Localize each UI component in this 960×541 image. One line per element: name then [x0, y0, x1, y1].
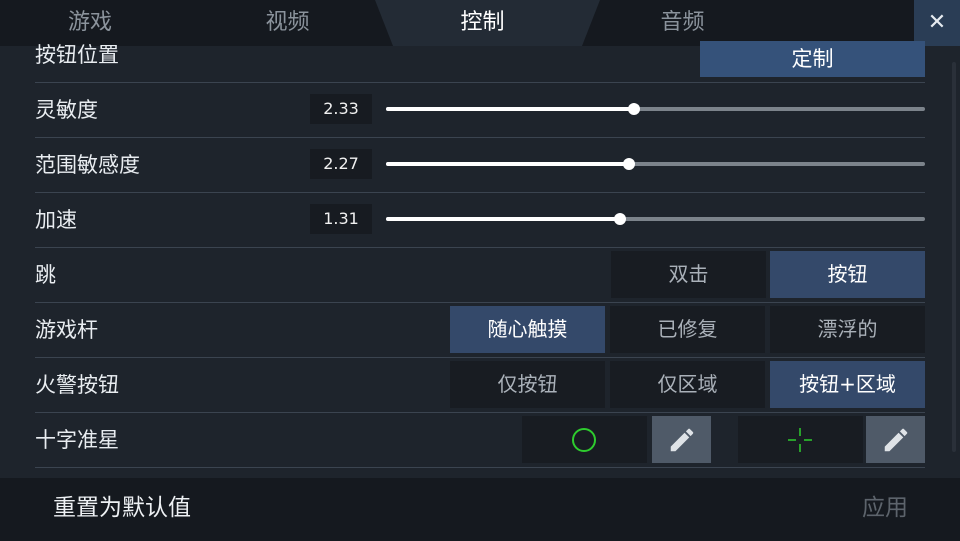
settings-list: 按钮位置 定制 灵敏度 2.33 范围敏感度 2.27 加速 1.31 跳 双击…: [0, 28, 960, 478]
acceleration-slider[interactable]: [386, 213, 925, 225]
edit-circle-crosshair-button[interactable]: [652, 416, 711, 463]
fire-option-button-and-area[interactable]: 按钮+区域: [770, 361, 925, 408]
bottom-bar: 重置为默认值 应用: [0, 478, 960, 541]
joystick-label: 游戏杆: [35, 318, 98, 342]
circle-crosshair-icon: [572, 428, 596, 452]
row-fire-button: 火警按钮 仅按钮 仅区域 按钮+区域: [35, 358, 925, 413]
slider-thumb[interactable]: [614, 213, 627, 225]
row-acceleration: 加速 1.31: [35, 193, 925, 248]
range-sensitivity-label: 范围敏感度: [35, 153, 140, 177]
joystick-option-fixed[interactable]: 已修复: [610, 306, 765, 353]
row-range-sensitivity: 范围敏感度 2.27: [35, 138, 925, 193]
row-sensitivity: 灵敏度 2.33: [35, 83, 925, 138]
fire-option-area-only[interactable]: 仅区域: [610, 361, 765, 408]
apply-button[interactable]: 应用: [862, 478, 908, 541]
customize-button[interactable]: 定制: [700, 41, 925, 77]
slider-fill: [386, 162, 629, 166]
slider-thumb[interactable]: [627, 103, 640, 115]
row-jump: 跳 双击 按钮: [35, 248, 925, 303]
button-position-label: 按钮位置: [35, 43, 119, 67]
slider-fill: [386, 217, 621, 221]
pencil-icon: [884, 428, 908, 452]
crosshair-option-cross[interactable]: [738, 416, 863, 463]
row-joystick: 游戏杆 随心触摸 已修复 漂浮的: [35, 303, 925, 358]
acceleration-value: 1.31: [310, 204, 372, 234]
jump-label: 跳: [35, 263, 56, 287]
acceleration-label: 加速: [35, 208, 77, 232]
sensitivity-label: 灵敏度: [35, 98, 98, 122]
range-sensitivity-slider[interactable]: [386, 158, 925, 170]
crosshair-label: 十字准星: [35, 428, 119, 452]
joystick-option-floating[interactable]: 漂浮的: [770, 306, 925, 353]
fire-option-button-only[interactable]: 仅按钮: [450, 361, 605, 408]
fire-button-label: 火警按钮: [35, 373, 119, 397]
jump-option-double-tap[interactable]: 双击: [611, 251, 766, 298]
slider-thumb[interactable]: [622, 158, 635, 170]
sensitivity-slider[interactable]: [386, 103, 925, 115]
edit-cross-crosshair-button[interactable]: [866, 416, 925, 463]
pencil-icon: [670, 428, 694, 452]
range-sensitivity-value: 2.27: [310, 149, 372, 179]
slider-fill: [386, 107, 634, 111]
sensitivity-value: 2.33: [310, 94, 372, 124]
row-crosshair: 十字准星: [35, 413, 925, 468]
reset-defaults-button[interactable]: 重置为默认值: [53, 478, 191, 541]
joystick-option-free-touch[interactable]: 随心触摸: [450, 306, 605, 353]
cross-crosshair-icon: [788, 428, 812, 452]
row-button-position: 按钮位置 定制: [35, 28, 925, 83]
crosshair-option-circle[interactable]: [522, 416, 647, 463]
jump-option-button[interactable]: 按钮: [770, 251, 925, 298]
